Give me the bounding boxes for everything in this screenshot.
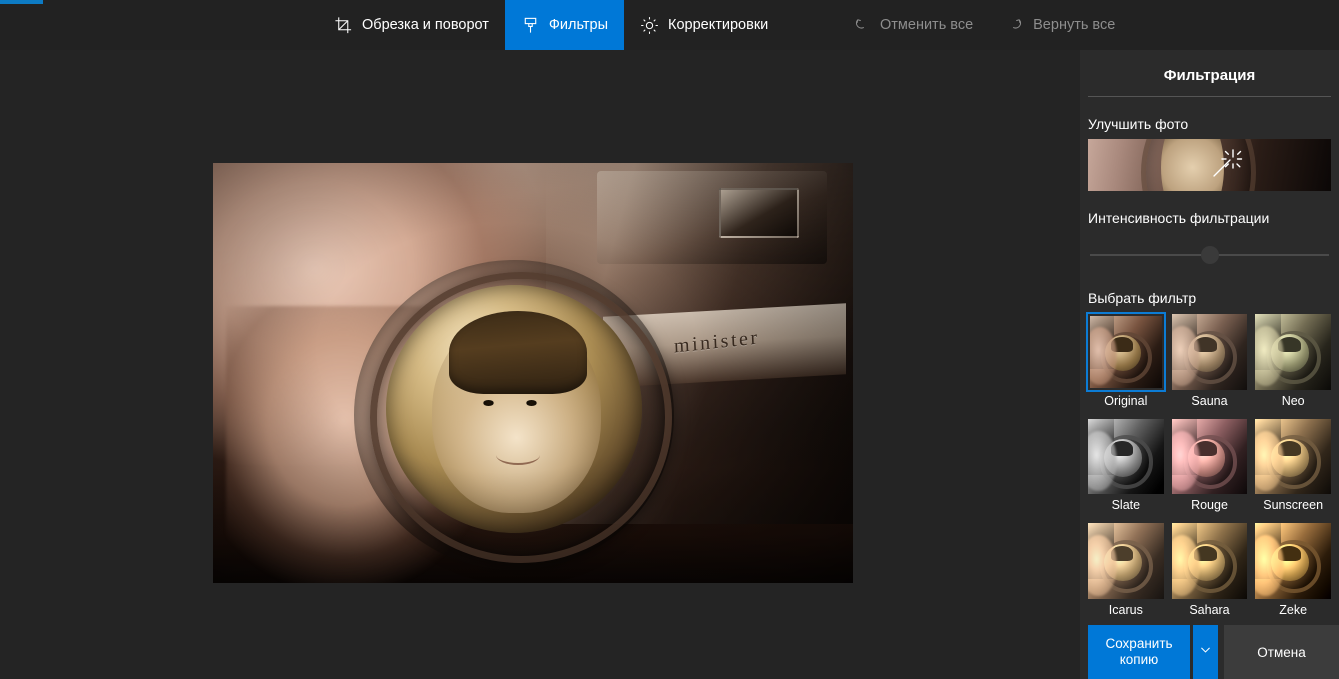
panel-scroll-region[interactable]: Улучшить фото Интенсивность фильтрации В… xyxy=(1080,97,1339,625)
tab-filters[interactable]: Фильтры xyxy=(504,0,625,50)
filter-item-sauna[interactable]: Sauna xyxy=(1171,313,1248,409)
filter-thumbnail xyxy=(1088,523,1164,599)
enhance-photo-label: Улучшить фото xyxy=(1088,115,1189,132)
redo-arrow-icon xyxy=(1005,16,1024,35)
redo-all-button[interactable]: Вернуть все xyxy=(989,0,1131,50)
editor-toolbar: Обрезка и поворот Фильтры Корректировки … xyxy=(0,0,1339,50)
toolbar-tab-group: Обрезка и поворот Фильтры Корректировки xyxy=(318,0,784,50)
save-copy-split-button: Сохранить копию xyxy=(1088,625,1218,679)
undo-all-label: Отменить все xyxy=(880,17,974,33)
filter-thumbnail xyxy=(1171,313,1248,390)
filter-item-zeke[interactable]: Zeke xyxy=(1255,523,1331,618)
undo-all-button[interactable]: Отменить все xyxy=(836,0,989,50)
cancel-button[interactable]: Отмена xyxy=(1224,625,1339,679)
photos-editor-window: Обрезка и поворот Фильтры Корректировки … xyxy=(0,0,1339,679)
filter-item-label: Slate xyxy=(1111,498,1141,513)
filter-thumbnail xyxy=(1255,418,1331,495)
filter-thumbnail xyxy=(1171,523,1248,599)
tab-filters-label: Фильтры xyxy=(548,17,609,33)
filter-item-icarus[interactable]: Icarus xyxy=(1088,523,1164,618)
photo-child-eye-right xyxy=(526,399,538,406)
filter-item-rouge[interactable]: Rouge xyxy=(1171,418,1248,514)
intensity-slider-thumb[interactable] xyxy=(1200,245,1219,264)
filter-grid: Original Sauna Neo Slate Rouge Sunscreen… xyxy=(1086,311,1331,625)
chevron-down-icon xyxy=(1199,643,1212,661)
filter-thumbnail xyxy=(1255,313,1331,390)
filter-item-label: Icarus xyxy=(1108,602,1143,617)
redo-all-label: Вернуть все xyxy=(1033,17,1116,33)
tab-adjustments-label: Корректировки xyxy=(668,17,769,33)
editor-body: minister Фильтрация Улучшить фото Интенс… xyxy=(0,50,1339,679)
filters-side-panel: Фильтрация Улучшить фото Интенсивность ф… xyxy=(1080,50,1339,679)
filter-item-sunscreen[interactable]: Sunscreen xyxy=(1255,418,1331,514)
filter-item-label: Rouge xyxy=(1191,498,1228,513)
panel-footer: Сохранить копию Отмена xyxy=(1080,625,1339,679)
toolbar-history-group: Отменить все Вернуть все xyxy=(836,0,1131,50)
photo-camera-viewfinder xyxy=(718,188,800,239)
filter-item-label: Sunscreen xyxy=(1263,498,1324,513)
panel-title: Фильтрация xyxy=(1163,67,1256,84)
magic-wand-icon xyxy=(1210,146,1244,180)
tab-crop-and-rotate-label: Обрезка и поворот xyxy=(362,17,489,33)
photo-child-eye-left xyxy=(482,399,494,406)
intensity-slider[interactable] xyxy=(1088,239,1331,271)
filter-brush-icon xyxy=(521,16,540,35)
undo-arrow-icon xyxy=(852,16,871,35)
photo-preview[interactable]: minister xyxy=(213,163,853,583)
filter-item-sahara[interactable]: Sahara xyxy=(1171,523,1248,618)
crop-rotate-icon xyxy=(334,16,353,35)
progress-accent-bar xyxy=(0,0,43,4)
filter-thumbnail xyxy=(1088,418,1164,495)
photo-canvas-area: minister xyxy=(0,50,1080,679)
tab-crop-and-rotate[interactable]: Обрезка и поворот xyxy=(318,0,505,50)
filter-item-label: Sahara xyxy=(1189,602,1230,617)
photo-child-mouth xyxy=(496,445,540,466)
save-copy-dropdown-button[interactable] xyxy=(1193,625,1218,679)
filter-item-label: Neo xyxy=(1281,393,1305,408)
filter-thumbnail xyxy=(1255,523,1331,599)
filter-item-neo[interactable]: Neo xyxy=(1255,313,1331,409)
filter-thumbnail xyxy=(1171,418,1248,495)
filter-item-label: Original xyxy=(1104,393,1148,408)
tab-adjustments[interactable]: Корректировки xyxy=(624,0,784,50)
brightness-sun-icon xyxy=(640,16,659,35)
photo-child-face xyxy=(431,310,601,513)
filter-item-slate[interactable]: Slate xyxy=(1088,418,1164,514)
filter-item-original[interactable]: Original xyxy=(1086,311,1166,409)
intensity-label: Интенсивность фильтрации xyxy=(1088,209,1270,226)
enhance-photo-button[interactable] xyxy=(1088,138,1331,191)
choose-filter-label: Выбрать фильтр xyxy=(1088,289,1197,306)
filter-thumbnail xyxy=(1086,311,1166,392)
save-copy-button[interactable]: Сохранить копию xyxy=(1088,625,1190,679)
photo-lens-glass xyxy=(385,284,642,533)
filter-item-label: Sauna xyxy=(1191,393,1228,408)
filter-item-label: Zeke xyxy=(1279,602,1308,617)
photo-child-hair xyxy=(448,310,588,394)
